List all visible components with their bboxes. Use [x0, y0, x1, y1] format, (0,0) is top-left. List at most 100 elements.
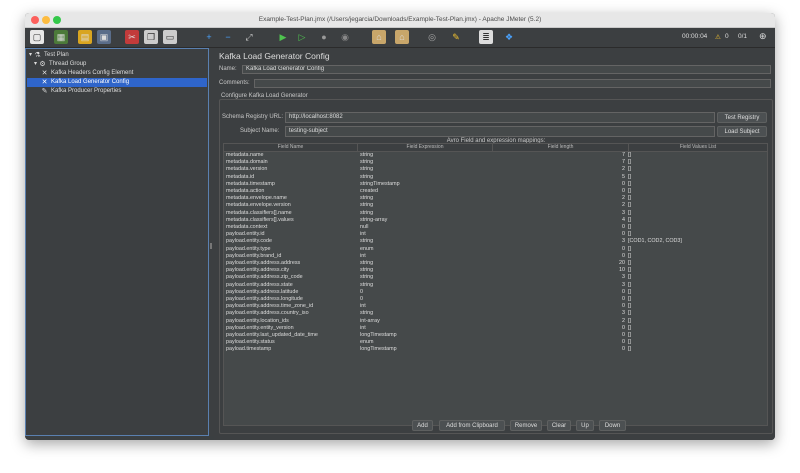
cell-field-expression[interactable]: string — [360, 195, 491, 202]
cell-field-name[interactable]: payload.entity.location_ids — [226, 318, 356, 325]
cell-field-length[interactable]: 2 — [495, 202, 625, 209]
start-icon[interactable]: ▶ — [276, 30, 290, 44]
cell-field-expression[interactable]: 0 — [360, 296, 491, 303]
table-row[interactable]: payload.entity.brand_id int 0[] — [224, 253, 767, 260]
cell-field-values-list[interactable]: [] — [628, 246, 765, 253]
cell-field-expression[interactable]: int — [360, 325, 491, 332]
cell-field-name[interactable]: metadata.version — [226, 166, 356, 173]
cell-field-expression[interactable]: null — [360, 224, 491, 231]
reset-search-icon[interactable]: ✎ — [449, 30, 463, 44]
start-no-pause-icon[interactable]: ▷ — [295, 30, 309, 44]
collapse-icon[interactable]: − — [221, 30, 235, 44]
cell-field-values-list[interactable]: [] — [628, 260, 765, 267]
cell-field-name[interactable]: payload.entity.entity_version — [226, 325, 356, 332]
table-row[interactable]: payload.entity.address.city string 10[] — [224, 267, 767, 274]
header-field-values-list[interactable]: Field Values List — [629, 144, 767, 151]
table-row[interactable]: metadata.timestamp stringTimestamp 0[] — [224, 181, 767, 188]
cell-field-length[interactable]: 7 — [495, 159, 625, 166]
tree-item-kafka-headers[interactable]: ✕ Kafka Headers Config Element — [41, 69, 134, 78]
cell-field-expression[interactable]: created — [360, 188, 491, 195]
cell-field-expression[interactable]: string — [360, 174, 491, 181]
cell-field-values-list[interactable]: [] — [628, 310, 765, 317]
cell-field-expression[interactable]: stringTimestamp — [360, 181, 491, 188]
cell-field-name[interactable]: payload.entity.address.time_zone_id — [226, 303, 356, 310]
tree-item-thread-group[interactable]: ▾ ⚙ Thread Group — [34, 60, 86, 69]
clear-all-icon[interactable]: ⌂ — [395, 30, 409, 44]
new-icon[interactable]: ▢ — [30, 30, 44, 44]
cell-field-expression[interactable]: string — [360, 274, 491, 281]
load-subject-button[interactable]: Load Subject — [717, 126, 767, 137]
table-row[interactable]: metadata.domain string 7[] — [224, 159, 767, 166]
cell-field-values-list[interactable]: [] — [628, 181, 765, 188]
cell-field-length[interactable]: 0 — [495, 346, 625, 353]
cell-field-name[interactable]: metadata.classifiers[].name — [226, 210, 356, 217]
table-row[interactable]: metadata.envelope.version string 2[] — [224, 202, 767, 209]
cell-field-length[interactable]: 2 — [495, 166, 625, 173]
table-row[interactable]: metadata.envelope.name string 2[] — [224, 195, 767, 202]
cell-field-values-list[interactable]: [] — [628, 274, 765, 281]
cell-field-name[interactable]: metadata.envelope.version — [226, 202, 356, 209]
cell-field-values-list[interactable]: [] — [628, 267, 765, 274]
cell-field-values-list[interactable]: [] — [628, 303, 765, 310]
cell-field-values-list[interactable]: [] — [628, 217, 765, 224]
remove-button[interactable]: Remove — [510, 420, 542, 431]
warning-icon[interactable]: ⚠ — [715, 33, 721, 41]
header-field-name[interactable]: Field Name — [224, 144, 358, 151]
cell-field-length[interactable]: 3 — [495, 310, 625, 317]
table-row[interactable]: payload.entity.id int 0[] — [224, 231, 767, 238]
cell-field-values-list[interactable]: [] — [628, 346, 765, 353]
table-row[interactable]: payload.entity.type enum 0[] — [224, 246, 767, 253]
table-row[interactable]: payload.timestamp longTimestamp 0[] — [224, 346, 767, 353]
table-row[interactable]: payload.entity.address.state string 3[] — [224, 282, 767, 289]
cell-field-name[interactable]: payload.entity.address.zip_code — [226, 274, 356, 281]
cell-field-name[interactable]: metadata.domain — [226, 159, 356, 166]
remote-icon[interactable]: ⊕ — [759, 31, 767, 42]
cell-field-name[interactable]: payload.entity.id — [226, 231, 356, 238]
cell-field-values-list[interactable]: [] — [628, 253, 765, 260]
table-row[interactable]: payload.entity.last_updated_date_time lon… — [224, 332, 767, 339]
table-row[interactable]: payload.entity.location_ids int-array 2[] — [224, 318, 767, 325]
cell-field-expression[interactable]: string — [360, 166, 491, 173]
paste-icon[interactable]: ▭ — [163, 30, 177, 44]
toggle-icon[interactable]: ⤢ — [242, 30, 256, 44]
cell-field-values-list[interactable]: [] — [628, 210, 765, 217]
cell-field-name[interactable]: metadata.action — [226, 188, 356, 195]
cell-field-expression[interactable]: string — [360, 260, 491, 267]
cell-field-values-list[interactable]: [] — [628, 188, 765, 195]
cell-field-length[interactable]: 3 — [495, 238, 625, 245]
cell-field-values-list[interactable]: [] — [628, 282, 765, 289]
subject-name-field[interactable]: testing-subject — [285, 126, 715, 137]
cell-field-expression[interactable]: string — [360, 282, 491, 289]
cell-field-expression[interactable]: int — [360, 231, 491, 238]
cell-field-length[interactable]: 0 — [495, 253, 625, 260]
up-button[interactable]: Up — [576, 420, 594, 431]
tree-item-test-plan[interactable]: ▾ ⚗ Test Plan — [29, 51, 69, 60]
cell-field-length[interactable]: 0 — [495, 332, 625, 339]
cell-field-length[interactable]: 0 — [495, 289, 625, 296]
table-row[interactable]: payload.entity.code string 3 [COD1, COD2, C… — [224, 238, 767, 245]
cell-field-length[interactable]: 0 — [495, 296, 625, 303]
clear-icon[interactable]: ⌂ — [372, 30, 386, 44]
cell-field-length[interactable]: 0 — [495, 325, 625, 332]
cell-field-length[interactable]: 5 — [495, 174, 625, 181]
cell-field-values-list[interactable]: [] — [628, 325, 765, 332]
cell-field-values-list[interactable]: [] — [628, 152, 765, 159]
function-helper-icon[interactable]: ≣ — [479, 30, 493, 44]
cell-field-length[interactable]: 0 — [495, 231, 625, 238]
add-from-clipboard-button[interactable]: Add from Clipboard — [439, 420, 505, 431]
cell-field-expression[interactable]: enum — [360, 339, 491, 346]
cell-field-length[interactable]: 2 — [495, 195, 625, 202]
cell-field-name[interactable]: payload.entity.last_updated_date_time — [226, 332, 356, 339]
cell-field-length[interactable]: 0 — [495, 224, 625, 231]
cell-field-values-list[interactable]: [] — [628, 296, 765, 303]
save-icon[interactable]: ▣ — [97, 30, 111, 44]
cell-field-length[interactable]: 0 — [495, 246, 625, 253]
cell-field-length[interactable]: 2 — [495, 318, 625, 325]
cell-field-values-list[interactable]: [] — [628, 332, 765, 339]
binoculars-icon[interactable]: ◎ — [425, 30, 439, 44]
test-plan-tree[interactable]: ▾ ⚗ Test Plan ▾ ⚙ Thread Group ✕ Kafka H… — [25, 48, 209, 436]
cell-field-name[interactable]: payload.entity.type — [226, 246, 356, 253]
table-row[interactable]: metadata.version string 2[] — [224, 166, 767, 173]
cell-field-name[interactable]: metadata.id — [226, 174, 356, 181]
cell-field-name[interactable]: metadata.context — [226, 224, 356, 231]
